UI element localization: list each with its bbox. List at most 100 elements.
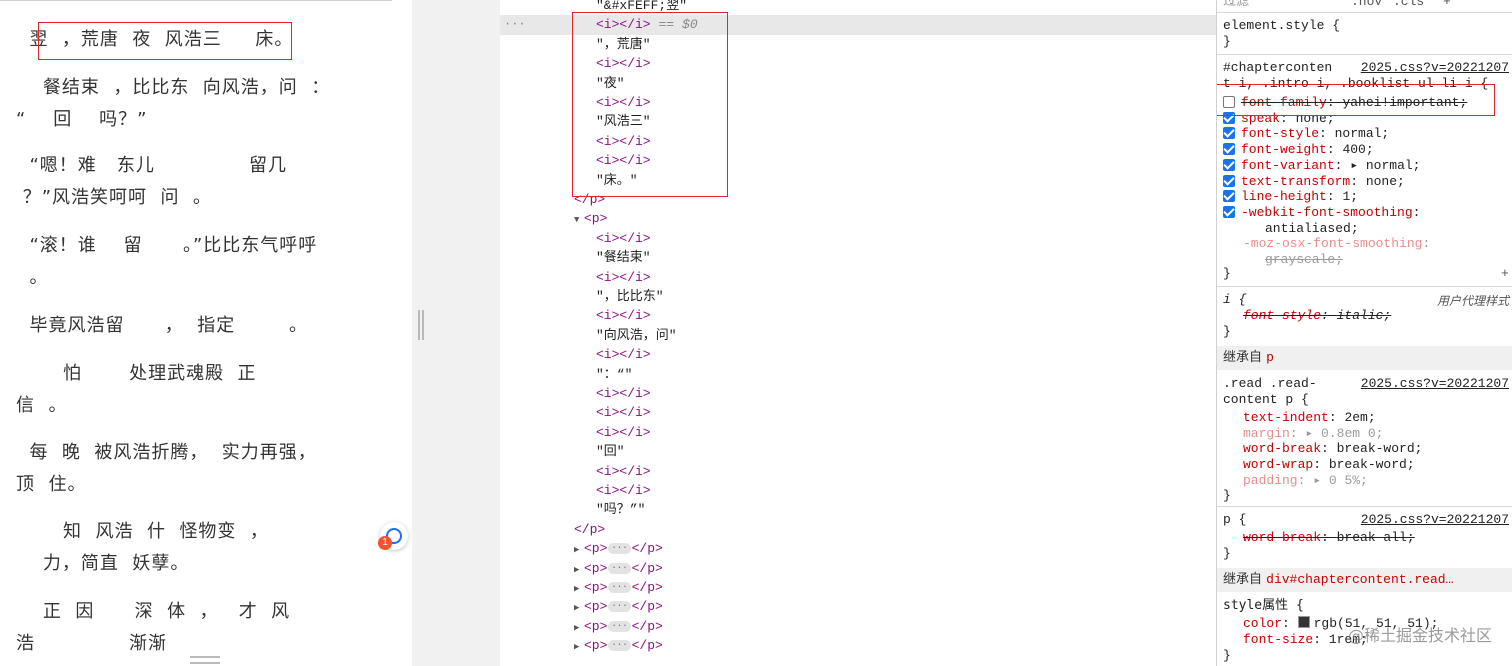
assistant-widget[interactable]: 1	[378, 522, 408, 550]
property-checkbox[interactable]	[1223, 158, 1235, 171]
rule4-close: }	[1223, 546, 1231, 561]
dom-node-label: <i></i>	[596, 463, 651, 479]
style-property-row[interactable]: word-wrap: break-word;	[1243, 457, 1415, 473]
property-checkbox[interactable]	[1223, 205, 1235, 218]
rule1-source-link[interactable]: 2025.css?v=20221207	[1361, 60, 1509, 75]
property-text[interactable]: font-weight: 400;	[1241, 142, 1374, 157]
property-name: text-transform	[1241, 173, 1351, 189]
dom-node-label: <i></i>	[596, 386, 651, 401]
rule3-selector-line2[interactable]: content p {	[1223, 392, 1309, 408]
collapsed-ellipsis-icon[interactable]: ···	[608, 601, 631, 613]
style-property-row[interactable]: text-indent: 2em;	[1243, 410, 1376, 426]
dom-element-node[interactable]: <i></i>	[596, 462, 651, 481]
rule2-selector[interactable]: i {	[1223, 292, 1246, 308]
collapse-triangle-icon[interactable]: ▶	[574, 599, 584, 618]
dom-element-node[interactable]: ▶ <p> ··· </p>	[574, 597, 663, 616]
dom-element-node[interactable]: <i></i>	[596, 481, 651, 500]
collapsed-ellipsis-icon[interactable]: ···	[608, 620, 631, 632]
property-text[interactable]: -moz-osx-font-smoothing:	[1243, 236, 1438, 251]
dom-node-label: "向风浩，问"	[596, 327, 677, 343]
property-checkbox[interactable]	[1223, 127, 1235, 140]
property-value: 2em;	[1344, 410, 1376, 425]
inherited-target-p[interactable]: p	[1266, 350, 1274, 365]
rule4-selector[interactable]: p {	[1223, 512, 1246, 528]
dom-node-label: <i></i>	[596, 405, 651, 421]
rule1-selector-line1[interactable]: #chapterconten	[1223, 60, 1332, 76]
rule4-prop-value: break-all;	[1336, 530, 1415, 545]
dom-element-node[interactable]: ▶ <p> ··· </p>	[574, 578, 663, 597]
dom-text-node[interactable]: "回"	[596, 442, 625, 461]
dom-element-node[interactable]: ▶ <p> ··· </p>	[574, 539, 663, 558]
property-name: line-height	[1241, 189, 1327, 205]
style-property-row[interactable]: word-break: break-word;	[1243, 441, 1422, 457]
collapse-triangle-icon[interactable]: ▶	[574, 561, 584, 580]
property-checkbox[interactable]	[1223, 143, 1235, 156]
rule5-font-size-name: font-size	[1243, 632, 1314, 647]
closing-tag: </p>	[631, 541, 663, 557]
dom-element-node[interactable]: <i></i>	[596, 423, 651, 442]
add-property-icon[interactable]: +	[1501, 266, 1509, 282]
property-value: none;	[1365, 173, 1405, 189]
rule5-selector[interactable]: style属性 {	[1223, 598, 1304, 614]
property-text[interactable]: line-height: 1;	[1241, 189, 1358, 204]
dom-text-node[interactable]: "：“"	[596, 365, 632, 384]
property-text[interactable]: font-style: normal;	[1241, 126, 1389, 141]
property-text[interactable]: -webkit-font-smoothing:	[1241, 205, 1428, 220]
reader-line: 正 因 深 体 ， 才 风	[16, 601, 291, 622]
collapse-triangle-icon[interactable]: ▶	[574, 638, 584, 657]
property-name: padding	[1243, 472, 1298, 488]
collapse-triangle-icon[interactable]: ▶	[574, 580, 584, 599]
cls-toggle[interactable]: .cls	[1393, 0, 1424, 10]
new-rule-icon[interactable]: +	[1443, 0, 1451, 10]
user-agent-stylesheet-label: 用户代理样式	[1436, 294, 1509, 308]
pane-resize-handle[interactable]	[418, 310, 424, 340]
color-swatch[interactable]	[1297, 616, 1310, 628]
dom-text-node[interactable]: "向风浩，问"	[596, 326, 677, 345]
rule4-prop-name: word-break	[1243, 530, 1322, 545]
rule5-close: }	[1223, 648, 1231, 663]
property-text[interactable]: font-variant: ▸ normal;	[1241, 158, 1420, 173]
expand-triangle-icon[interactable]: ▼	[574, 211, 584, 230]
dom-element-node[interactable]: </p>	[574, 520, 605, 539]
dom-element-node[interactable]: <i></i>	[596, 229, 651, 248]
dom-text-node[interactable]: "餐结束"	[596, 248, 651, 267]
dom-element-node[interactable]: <i></i>	[596, 306, 651, 325]
property-text[interactable]: antialiased;	[1265, 221, 1359, 236]
styles-filter-input[interactable]: 过滤	[1223, 0, 1249, 10]
dom-element-node[interactable]: ▶ <p> ··· </p>	[574, 636, 663, 655]
rule3-selector-line1[interactable]: .read .read-	[1223, 376, 1317, 392]
collapsed-ellipsis-icon[interactable]: ···	[608, 543, 631, 555]
dom-element-node[interactable]: <i></i>	[596, 403, 651, 422]
dom-element-node[interactable]: <i></i>	[596, 384, 651, 403]
inherited-target-div[interactable]: div#chaptercontent.read…	[1266, 572, 1453, 587]
style-property-row: font-weight: 400;	[1223, 142, 1374, 158]
hov-toggle[interactable]: :hov	[1351, 0, 1382, 10]
property-checkbox[interactable]	[1223, 190, 1235, 203]
dom-element-node[interactable]: ▶ <p> ··· </p>	[574, 559, 663, 578]
node-actions-ellipsis[interactable]: ···	[504, 17, 526, 31]
bottom-resize-grip[interactable]	[190, 656, 220, 664]
property-checkbox[interactable]	[1223, 174, 1235, 187]
inherited-from-p: 继承自 p	[1217, 346, 1512, 370]
collapse-triangle-icon[interactable]: ▶	[574, 619, 584, 638]
dom-node-label: <p>	[584, 560, 608, 576]
rule3-source-link[interactable]: 2025.css?v=20221207	[1361, 376, 1509, 391]
property-text[interactable]: text-transform: none;	[1241, 174, 1405, 189]
dom-text-node[interactable]: "吗？”"	[596, 500, 645, 519]
element-style-selector[interactable]: element.style {	[1223, 18, 1340, 34]
reader-line: 每 晚 被风浩折腾， 实力再强，	[16, 442, 317, 463]
collapsed-ellipsis-icon[interactable]: ···	[608, 562, 631, 574]
collapse-triangle-icon[interactable]: ▶	[574, 541, 584, 560]
pane-gutter	[412, 0, 500, 666]
dom-element-node[interactable]: ▼ <p>	[574, 209, 607, 228]
dom-element-node[interactable]: ▶ <p> ··· </p>	[574, 617, 663, 636]
dom-element-node[interactable]: <i></i>	[596, 345, 651, 364]
collapsed-ellipsis-icon[interactable]: ···	[608, 582, 631, 594]
dom-element-node[interactable]: <i></i>	[596, 268, 651, 287]
collapsed-ellipsis-icon[interactable]: ···	[608, 640, 631, 652]
style-property-row[interactable]: padding: ▸ 0 5%;	[1243, 473, 1368, 489]
rule4-source-link[interactable]: 2025.css?v=20221207	[1361, 512, 1509, 527]
property-text[interactable]: grayscale;	[1265, 252, 1343, 267]
style-property-row[interactable]: margin: ▸ 0.8em 0;	[1243, 426, 1383, 442]
dom-text-node[interactable]: "，比比东"	[596, 287, 664, 306]
